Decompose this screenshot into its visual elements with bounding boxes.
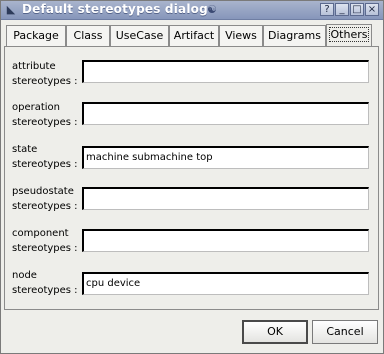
others-panel: attribute stereotypes : operation stereo… xyxy=(4,46,379,310)
tab-views[interactable]: Views xyxy=(219,25,263,47)
pseudostate-stereotypes-field[interactable] xyxy=(82,187,369,210)
help-button[interactable]: ? xyxy=(320,3,334,16)
pseudostate-label-line1: pseudostate xyxy=(12,186,74,197)
state-label-line2: stereotypes : xyxy=(12,159,78,170)
dialog-window: ◣ Default stereotypes dialog ☯ ? _ □ × P… xyxy=(0,0,384,354)
operation-label-line1: operation xyxy=(12,102,61,113)
component-stereotypes-field[interactable] xyxy=(82,229,369,252)
title-bar[interactable]: ◣ Default stereotypes dialog ☯ ? _ □ × xyxy=(1,1,383,20)
state-label-line1: state xyxy=(12,144,38,155)
close-button[interactable]: × xyxy=(365,3,379,16)
app-icon: ☯ xyxy=(207,3,217,16)
node-label-line2: stereotypes : xyxy=(12,285,78,296)
maximize-button[interactable]: □ xyxy=(350,3,364,16)
cancel-button[interactable]: Cancel xyxy=(312,320,378,344)
tab-diagrams[interactable]: Diagrams xyxy=(263,25,326,47)
window-menu-icon[interactable]: ◣ xyxy=(3,2,19,17)
operation-label-line2: stereotypes : xyxy=(12,117,78,128)
tab-bar: Package Class UseCase Artifact Views Dia… xyxy=(4,24,380,48)
component-label-line1: component xyxy=(12,228,69,239)
node-stereotypes-field[interactable]: cpu device xyxy=(82,272,369,295)
attribute-label-line2: stereotypes : xyxy=(12,76,78,87)
operation-stereotypes-field[interactable] xyxy=(82,102,369,125)
component-label-line2: stereotypes : xyxy=(12,243,78,254)
state-stereotypes-field[interactable]: machine submachine top xyxy=(82,146,369,169)
node-label-line1: node xyxy=(12,270,37,281)
tab-usecase[interactable]: UseCase xyxy=(110,25,169,47)
ok-button[interactable]: OK xyxy=(242,320,308,344)
tab-others[interactable]: Others xyxy=(326,24,372,48)
attribute-stereotypes-field[interactable] xyxy=(82,60,369,83)
minimize-button[interactable]: _ xyxy=(335,3,349,16)
tab-artifact[interactable]: Artifact xyxy=(169,25,219,47)
window-title: Default stereotypes dialog xyxy=(22,2,208,16)
tab-package[interactable]: Package xyxy=(6,25,66,47)
attribute-label-line1: attribute xyxy=(12,61,56,72)
pseudostate-label-line2: stereotypes : xyxy=(12,201,78,212)
tab-class[interactable]: Class xyxy=(66,25,110,47)
